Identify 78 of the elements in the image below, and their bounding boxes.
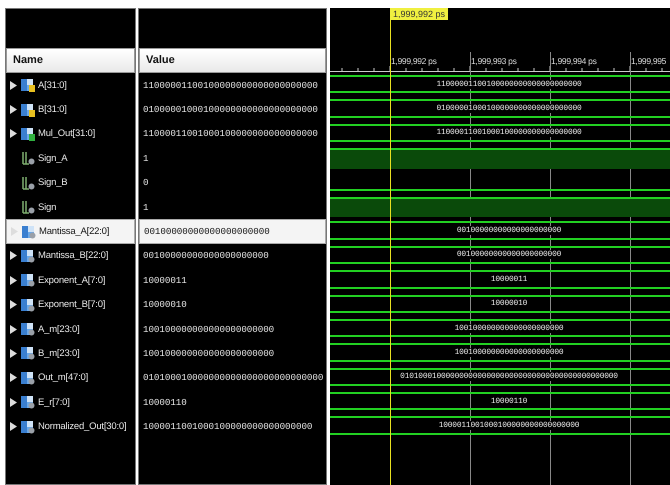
signal-name: B[31:0]	[38, 104, 67, 116]
signal-value: 01000001000100000000000000000000	[142, 104, 318, 116]
signal-row[interactable]: Normalized_Out[30:0]	[6, 414, 135, 439]
expand-icon[interactable]	[10, 251, 17, 260]
wire-signal-icon	[21, 176, 35, 190]
signal-name: Exponent_A[7:0]	[38, 274, 106, 286]
bus-signal-icon	[21, 420, 35, 434]
signal-name: A[31:0]	[38, 80, 67, 91]
signal-row[interactable]: Sign_A	[6, 146, 135, 171]
signal-value: 11000011001000100000000000000000	[142, 128, 318, 140]
signal-name: E_r[7:0]	[38, 396, 70, 408]
signal-name: A_m[23:0]	[38, 324, 80, 335]
signal-value: 00100000000000000000000	[143, 226, 270, 238]
signal-name: B_m[23:0]	[38, 348, 80, 359]
signal-row[interactable]: E_r[7:0]	[6, 390, 135, 414]
wire-signal-icon	[21, 200, 35, 214]
signal-row[interactable]: Mantissa_A[22:0]	[6, 219, 135, 244]
signal-row[interactable]: Mul_Out[31:0]	[6, 122, 135, 146]
signal-row[interactable]: Exponent_A[7:0]	[6, 268, 135, 293]
name-column-header[interactable]: Name	[6, 48, 135, 73]
wire-signal-icon	[21, 151, 35, 166]
signal-value: 1	[142, 152, 148, 164]
signal-row[interactable]: Exponent_B[7:0]	[6, 292, 135, 317]
bus-signal-icon	[21, 78, 35, 92]
signal-name: Mantissa_A[22:0]	[39, 226, 110, 238]
signal-row[interactable]: A[31:0]	[6, 73, 135, 98]
signal-row[interactable]: Sign	[6, 194, 135, 220]
expand-icon[interactable]	[10, 300, 17, 310]
signal-name: Normalized_Out[30:0]	[38, 421, 126, 432]
signal-row[interactable]: B[31:0]	[6, 97, 135, 122]
expand-icon[interactable]	[10, 80, 17, 90]
signal-value: 00100000000000000000000	[142, 250, 269, 262]
value-column-header[interactable]: Value	[139, 48, 326, 73]
bus-signal-icon	[21, 126, 35, 141]
signal-value: 10000010	[142, 299, 187, 310]
signal-value: 10000110	[142, 396, 187, 408]
bus-signal-icon	[21, 298, 35, 312]
expand-icon[interactable]	[10, 422, 17, 432]
signal-name: Sign	[38, 202, 56, 213]
bus-signal-icon	[21, 248, 35, 263]
signal-value: 11000001100100000000000000000000	[142, 80, 318, 91]
time-tick-label: 1,999,992 ps	[390, 56, 437, 66]
cursor-time-label: 1,999,992 ps	[390, 8, 448, 20]
signal-value: 1000011001000100000000000000000	[142, 421, 312, 432]
signal-row[interactable]: Out_m[47:0]	[6, 366, 135, 390]
signal-row[interactable]: B_m[23:0]	[6, 341, 135, 366]
expand-icon[interactable]	[10, 348, 17, 358]
signal-value: 100100000000000000000000	[142, 348, 274, 359]
signal-name: Sign_A	[38, 152, 68, 164]
expand-icon[interactable]	[10, 276, 17, 285]
expand-icon[interactable]	[10, 373, 17, 382]
bus-signal-icon	[21, 395, 35, 410]
time-tick-label: 1,999,994 ps	[550, 56, 597, 66]
signal-value: 100100000000000000000000	[142, 324, 274, 335]
bus-signal-icon	[22, 224, 36, 239]
signal-value: 10000011	[142, 274, 187, 286]
expand-icon[interactable]	[10, 398, 17, 407]
signal-row[interactable]: A_m[23:0]	[6, 316, 135, 342]
bus-signal-icon	[21, 322, 35, 336]
expand-icon[interactable]	[10, 324, 17, 334]
signal-name: Exponent_B[7:0]	[38, 299, 106, 310]
signal-name: Sign_B	[38, 177, 68, 188]
signal-name: Mantissa_B[22:0]	[38, 250, 108, 262]
signal-value: 010100010000000000000000000000000	[142, 372, 324, 384]
time-tick-label: 1,999,993 ps	[470, 56, 517, 66]
expand-icon[interactable]	[10, 129, 17, 138]
bus-signal-icon	[21, 346, 35, 360]
signal-row[interactable]: Mantissa_B[22:0]	[6, 244, 135, 268]
signal-value: 1	[142, 202, 148, 213]
signal-row[interactable]: Sign_B	[6, 170, 135, 195]
signal-value: 0	[142, 177, 148, 188]
bus-signal-icon	[21, 102, 35, 117]
signal-name: Mul_Out[31:0]	[38, 128, 96, 140]
bus-signal-icon	[21, 273, 35, 288]
expand-icon[interactable]	[10, 105, 17, 114]
time-tick-label: 1,999,995	[630, 56, 666, 66]
bus-signal-icon	[21, 370, 35, 385]
signal-name: Out_m[47:0]	[38, 372, 88, 384]
